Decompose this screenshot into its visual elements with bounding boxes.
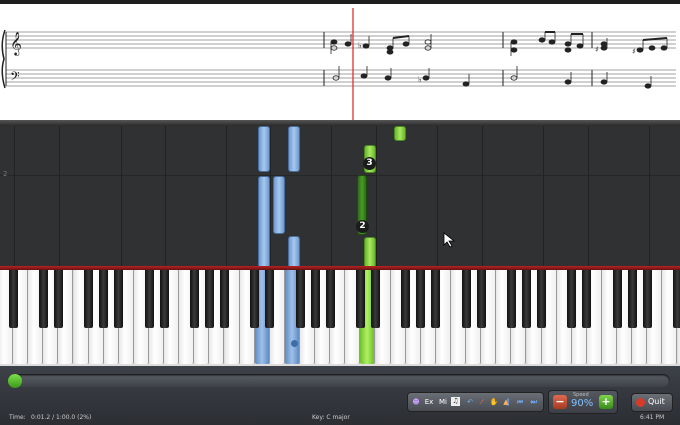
piano-keyboard[interactable] [0, 270, 680, 366]
black-key[interactable] [416, 270, 426, 328]
black-key[interactable] [144, 270, 154, 328]
bass-clef-icon: 𝄢 [10, 69, 20, 87]
black-key[interactable] [250, 270, 260, 328]
quit-button[interactable]: Quit [632, 394, 672, 411]
black-key[interactable] [325, 270, 335, 328]
speed-increase-button[interactable]: + [599, 395, 613, 409]
undo-icon[interactable]: ↶ [465, 396, 475, 408]
black-key[interactable] [265, 270, 275, 328]
quit-icon [636, 398, 645, 407]
left-hand-note [258, 126, 270, 172]
black-key[interactable] [612, 270, 622, 328]
black-key[interactable] [522, 270, 531, 328]
right-hand-note [394, 126, 406, 141]
time-label: Time: [9, 414, 26, 421]
bass-notes [332, 66, 652, 89]
forward-icon[interactable]: » [515, 396, 525, 408]
black-key[interactable] [371, 270, 380, 328]
key-press-marker [291, 340, 298, 347]
black-key[interactable] [204, 270, 214, 328]
flat-icon: ♭ [418, 75, 422, 84]
finger-number: 2 [356, 220, 369, 233]
black-key[interactable] [295, 270, 305, 328]
left-hand-note [273, 176, 285, 234]
sharp-icon: ♯ [632, 47, 636, 56]
skip-end-icon[interactable]: ⏭ [529, 396, 539, 408]
hand-icon[interactable]: ✋ [489, 396, 499, 408]
black-key[interactable] [189, 270, 199, 328]
black-key[interactable] [627, 270, 637, 328]
black-key[interactable] [355, 270, 365, 328]
left-hand-note [288, 236, 300, 268]
sharp-icon: ♯ [595, 45, 599, 54]
black-key[interactable] [673, 270, 680, 328]
right-hand-note [364, 237, 376, 268]
brace-icon [1, 29, 6, 89]
pause-icon[interactable]: ‖ [503, 396, 513, 408]
black-key[interactable] [567, 270, 577, 328]
black-key[interactable] [99, 270, 109, 328]
black-key[interactable] [84, 270, 94, 328]
sheet-music-panel: 𝄞 𝄢 ♭ ♯ ♯ ♭ [0, 0, 680, 120]
sheet-icon[interactable]: ♫ [451, 397, 460, 406]
score-staves: 𝄞 𝄢 ♭ ♯ ♯ ♭ [1, 8, 676, 120]
black-key[interactable] [582, 270, 592, 328]
black-key[interactable] [506, 270, 516, 328]
black-key[interactable] [53, 270, 63, 328]
black-key[interactable] [310, 270, 320, 328]
person-icon[interactable]: ☻ [411, 396, 421, 408]
black-key[interactable] [159, 270, 169, 328]
black-key[interactable] [114, 270, 124, 328]
clock: 6:41 PM [640, 414, 665, 421]
speed-value: 90% [571, 398, 594, 409]
treble-clef-icon: 𝄞 [10, 31, 22, 56]
black-key[interactable] [476, 270, 486, 328]
flat-icon: ♭ [358, 41, 362, 50]
wand-icon[interactable]: ⁄ [477, 396, 487, 408]
finger-number: 3 [363, 157, 376, 170]
mouse-cursor-icon [443, 232, 456, 248]
black-key[interactable] [220, 270, 229, 328]
quit-label: Quit [648, 397, 665, 406]
black-key[interactable] [431, 270, 441, 328]
black-key[interactable] [642, 270, 652, 328]
time-value: 0:01.2 / 1:00.0 (2%) [31, 414, 92, 421]
black-key[interactable] [461, 270, 471, 328]
ex-button[interactable]: Ex [423, 396, 435, 408]
song-progress-bar[interactable] [8, 374, 670, 388]
black-key[interactable] [38, 270, 48, 328]
key-signature-label: Key: C major [312, 414, 350, 421]
black-key[interactable] [401, 270, 411, 328]
mi-button[interactable]: Mi [437, 396, 449, 408]
black-key[interactable] [537, 270, 547, 328]
speed-control: − Speed 90% + [549, 391, 617, 413]
speed-decrease-button[interactable]: − [553, 395, 567, 409]
falling-notes-area: 2 3 2 [0, 126, 680, 268]
left-hand-note [258, 176, 270, 268]
progress-thumb[interactable] [8, 374, 22, 388]
measure-number: 2 [3, 170, 8, 178]
black-key[interactable] [8, 270, 18, 328]
left-hand-note [288, 126, 300, 172]
